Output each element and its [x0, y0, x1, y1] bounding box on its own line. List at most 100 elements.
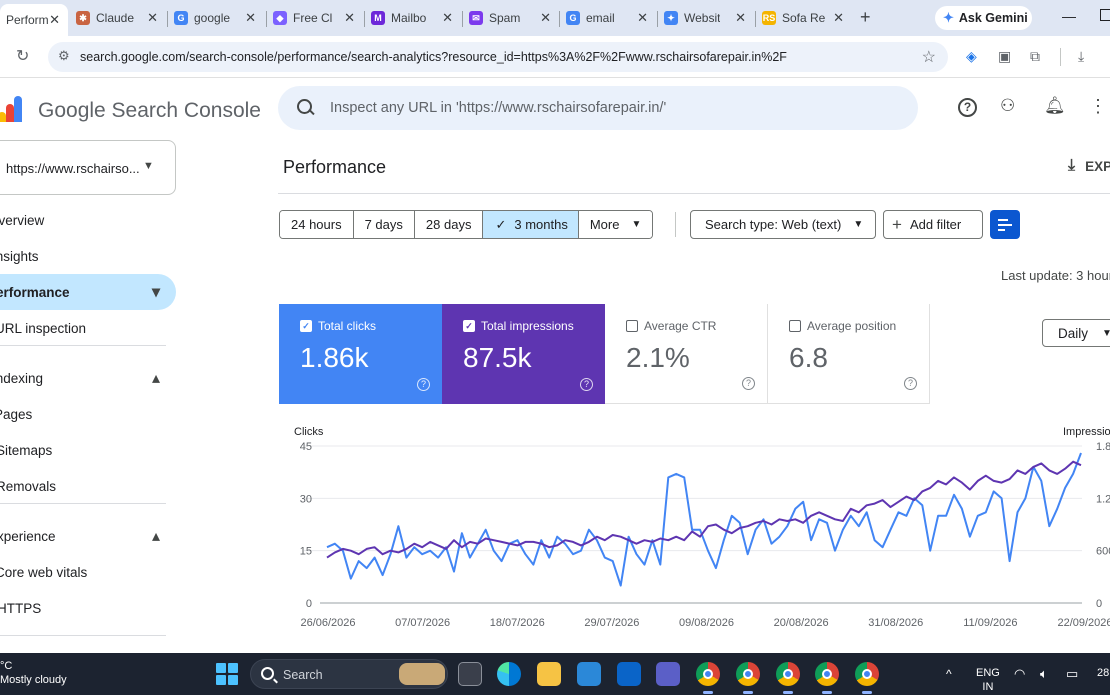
date-range-option[interactable]: 28 days [414, 211, 484, 238]
sidebar-item[interactable]: Pages [0, 396, 176, 432]
help-icon[interactable]: ? [904, 377, 917, 390]
apps-grid-icon[interactable]: ⋮⋮ [1089, 96, 1110, 117]
close-tab-icon[interactable]: ✕ [49, 12, 60, 28]
weather-widget[interactable]: °C Mostly cloudy [0, 659, 67, 687]
browser-tab[interactable]: Ggoogle ✕ [168, 4, 264, 32]
address-bar[interactable]: ⚙ search.google.com/search-console/perfo… [48, 42, 948, 72]
url-inspect-input[interactable] [330, 96, 890, 120]
y-tick-label-left: 0 [306, 598, 312, 610]
property-selector[interactable]: https://www.rschairso... ▼ [0, 140, 176, 195]
microsoft-store-icon[interactable] [577, 662, 601, 686]
sidebar-item[interactable]: Experience ▴ [0, 518, 176, 554]
chrome-profile-icon[interactable] [736, 662, 760, 694]
extension-icon[interactable]: ◈ [966, 48, 977, 65]
chevron-down-icon[interactable]: ▾ [152, 282, 160, 302]
sidebar-item[interactable]: Indexing ▴ [0, 360, 176, 396]
metric-card[interactable]: Average CTR 2.1%? [605, 304, 768, 404]
language-indicator[interactable]: ENG IN [976, 659, 1000, 695]
taskbar-search[interactable]: Search [250, 659, 448, 689]
metric-card[interactable]: ✓ Total clicks 1.86k? [279, 304, 442, 404]
browser-tab[interactable]: Gemail ✕ [560, 4, 656, 32]
date-range-option[interactable]: More ▼ [578, 211, 653, 238]
chrome-profile-icon[interactable] [776, 662, 800, 694]
date-range-option[interactable]: 24 hours [280, 211, 354, 238]
ask-gemini-button[interactable]: ✦ Ask Gemini [935, 6, 1032, 30]
sidebar-item[interactable]: Performance ▾ [0, 274, 176, 310]
battery-icon[interactable]: ▭ [1066, 653, 1078, 695]
sidebar-item[interactable]: Sitemaps [0, 432, 176, 468]
reading-list-icon[interactable]: ▣ [998, 48, 1011, 65]
checkbox-checked-icon[interactable]: ✓ [463, 320, 475, 332]
extensions-puzzle-icon[interactable]: ⧉ [1030, 48, 1040, 65]
metric-card[interactable]: ✓ Total impressions 87.5k? [442, 304, 605, 404]
task-view-icon[interactable] [458, 662, 482, 686]
sidebar-item[interactable]: Insights [0, 238, 176, 274]
add-filter-button[interactable]: + Add filter [883, 210, 983, 239]
file-explorer-icon[interactable] [537, 662, 561, 686]
chevron-up-icon[interactable]: ▴ [152, 526, 160, 546]
date-range-option[interactable]: 7 days [353, 211, 415, 238]
help-icon[interactable]: ? [417, 378, 430, 391]
browser-tab[interactable]: ✉ Spam ✕ [463, 4, 559, 32]
site-info-icon[interactable]: ⚙ [58, 48, 70, 64]
close-tab-icon[interactable]: ✕ [442, 10, 453, 26]
browser-tab[interactable]: ◆ Free Cl ✕ [267, 4, 363, 32]
manage-users-icon[interactable]: ⚇ [1000, 96, 1015, 116]
sidebar-item[interactable]: Overview [0, 202, 176, 238]
product-title: Google Search Console [38, 99, 261, 122]
edge-browser-icon[interactable] [497, 662, 521, 686]
close-tab-icon[interactable]: ✕ [637, 10, 648, 26]
browser-tab[interactable]: Perform ✕ [0, 4, 68, 36]
show-hidden-icons-icon[interactable]: ^ [946, 653, 952, 695]
close-tab-icon[interactable]: ✕ [344, 10, 355, 26]
windows-start-icon[interactable] [216, 663, 238, 685]
sidebar-item[interactable]: HTTPS [0, 590, 176, 626]
url-text[interactable]: search.google.com/search-console/perform… [80, 50, 787, 64]
help-icon[interactable]: ? [580, 378, 593, 391]
checkbox-icon[interactable] [789, 320, 801, 332]
new-tab-button[interactable]: + [860, 7, 871, 28]
search-type-dropdown[interactable]: Search type: Web (text) ▼ [690, 210, 876, 239]
chrome-profile-icon[interactable] [815, 662, 839, 694]
granularity-dropdown[interactable]: Daily ▼ [1042, 319, 1110, 347]
bookmark-star-icon[interactable]: ☆ [922, 47, 936, 67]
sidebar-item[interactable]: URL inspection [0, 310, 176, 346]
metric-card[interactable]: Average position 6.8? [768, 304, 930, 404]
close-tab-icon[interactable]: ✕ [245, 10, 256, 26]
help-icon[interactable]: ? [958, 98, 977, 117]
browser-tab[interactable]: ✱ Claude ✕ [70, 4, 166, 32]
series-line-clicks[interactable] [326, 452, 1082, 587]
close-tab-icon[interactable]: ✕ [147, 10, 158, 26]
url-inspect-search[interactable] [278, 86, 918, 130]
notifications-bell-icon[interactable]: 🔔︎ [1044, 96, 1066, 116]
chrome-profile-icon[interactable] [855, 662, 879, 694]
date-range-option[interactable]: ✓ 3 months [483, 211, 579, 238]
close-tab-icon[interactable]: ✕ [833, 10, 844, 26]
chrome-icon[interactable] [696, 662, 720, 694]
filter-adjust-icon[interactable] [990, 210, 1020, 239]
browser-tab[interactable]: ✦ Websit ✕ [658, 4, 754, 32]
metric-label: Average position [807, 319, 897, 333]
export-button[interactable]: ⤓ EXPORT [1068, 157, 1110, 175]
reload-icon[interactable]: ↻ [16, 46, 29, 66]
mail-app-icon[interactable] [617, 662, 641, 686]
close-tab-icon[interactable]: ✕ [540, 10, 551, 26]
clock-text[interactable]: 28 [1097, 667, 1109, 679]
close-tab-icon[interactable]: ✕ [735, 10, 746, 26]
wifi-icon[interactable]: ◠ [1014, 653, 1025, 695]
maximize-window-icon[interactable] [1100, 9, 1110, 21]
browser-tab[interactable]: M Mailbo ✕ [365, 4, 461, 32]
series-line-impressions[interactable] [326, 460, 1082, 559]
checkbox-checked-icon[interactable]: ✓ [300, 320, 312, 332]
teams-icon[interactable] [656, 662, 680, 686]
volume-icon[interactable]: 🔈︎ [1040, 653, 1048, 695]
checkbox-icon[interactable] [626, 320, 638, 332]
date-range-label: 7 days [364, 217, 403, 232]
minimize-window-icon[interactable]: — [1062, 8, 1076, 24]
sidebar-item[interactable]: Core web vitals [0, 554, 176, 590]
help-icon[interactable]: ? [742, 377, 755, 390]
browser-tab[interactable]: RS Sofa Re ✕ [756, 4, 852, 32]
sidebar-item[interactable]: Removals [0, 468, 176, 504]
download-icon[interactable]: ⤓ [1078, 48, 1084, 65]
chevron-up-icon[interactable]: ▴ [152, 368, 160, 388]
